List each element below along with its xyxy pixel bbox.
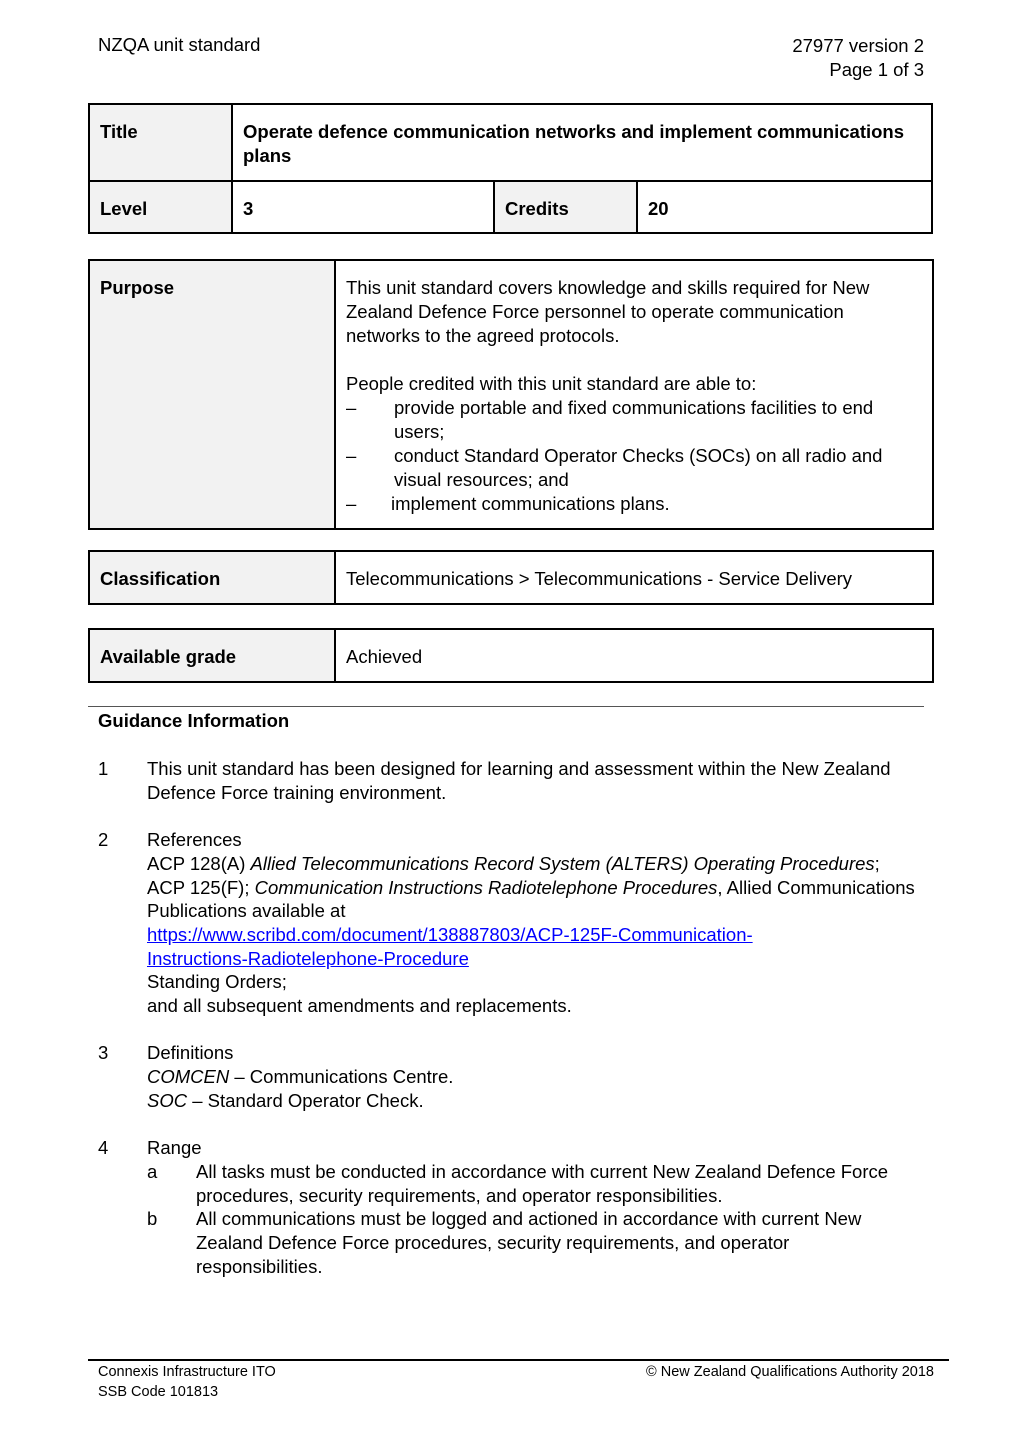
purpose-table: Purpose This unit standard covers knowle… — [88, 259, 934, 530]
section-divider — [88, 706, 924, 707]
credits-value: 20 — [636, 180, 933, 234]
grade-table: Available grade Achieved — [88, 628, 934, 683]
header-page-number: Page 1 of 3 — [829, 59, 924, 80]
title-value: Operate defence communication networks a… — [231, 103, 933, 182]
footer-divider — [88, 1359, 949, 1361]
reference-link[interactable]: https://www.scribd.com/document/13888780… — [147, 923, 918, 970]
item-text: This unit standard has been designed for… — [147, 758, 891, 803]
purpose-item-text: conduct Standard Operator Checks (SOCs) … — [394, 445, 883, 490]
range-sub-item: a All tasks must be conducted in accorda… — [147, 1160, 918, 1207]
purpose-list-item: – implement communications plans. — [346, 492, 922, 516]
definition-row: COMCEN – Communications Centre. — [147, 1065, 918, 1089]
ref-suffix: ; — [874, 852, 880, 874]
title-label: Title — [88, 103, 233, 182]
definition-term: COMCEN — [147, 1066, 230, 1088]
purpose-list-item: – provide portable and fixed communicati… — [346, 396, 922, 444]
footer-org: Connexis Infrastructure ITO — [98, 1364, 276, 1380]
references-heading: References — [147, 829, 242, 851]
reference-acp125: ACP 125(F); Communication Instructions R… — [147, 876, 918, 923]
reference-link-line2[interactable]: Instructions-Radiotelephone-Procedure — [147, 948, 469, 969]
guidance-list: 1 This unit standard has been designed f… — [98, 757, 918, 1302]
dash-bullet: – — [346, 445, 357, 466]
ref-code: ACP 128(A) — [147, 852, 251, 874]
level-label: Level — [88, 180, 233, 234]
purpose-list-item: – conduct Standard Operator Checks (SOCs… — [346, 444, 922, 492]
definition-desc: – Communications Centre. — [229, 1066, 454, 1088]
reference-standing-orders: Standing Orders; — [147, 971, 287, 993]
reference-acp128: ACP 128(A) Allied Telecommunications Rec… — [147, 852, 918, 876]
range-heading: Range — [147, 1137, 202, 1159]
purpose-item-text: implement communications plans. — [391, 493, 670, 514]
reference-link-line1[interactable]: https://www.scribd.com/document/13888780… — [147, 924, 753, 945]
grade-row: Available grade Achieved — [88, 628, 934, 683]
purpose-item-text: provide portable and fixed communication… — [394, 397, 874, 442]
guidance-title: Guidance Information — [98, 710, 290, 731]
definition-desc: – Standard Operator Check. — [187, 1089, 424, 1111]
definition-row: SOC – Standard Operator Check. — [147, 1089, 918, 1113]
guidance-item-2: 2 References ACP 128(A) Allied Telecommu… — [98, 828, 918, 1018]
ref-title: Allied Telecommunications Record System … — [250, 852, 875, 874]
level-credits-row: Level 3 Credits 20 — [88, 180, 933, 234]
copyright-icon: © — [646, 1364, 657, 1380]
ref-code: ACP 125(F); — [147, 876, 255, 898]
credits-label: Credits — [493, 180, 638, 234]
footer-ssb-code: SSB Code 101813 — [98, 1384, 219, 1400]
classification-value: Telecommunications > Telecommunications … — [334, 550, 934, 605]
guidance-item-3: 3 Definitions COMCEN – Communications Ce… — [98, 1041, 918, 1112]
item-number: 3 — [98, 1042, 109, 1064]
item-number: 1 — [98, 758, 109, 779]
sub-letter: a — [147, 1160, 158, 1182]
dash-bullet: – — [346, 493, 357, 514]
purpose-paragraph: This unit standard covers knowledge and … — [346, 277, 870, 346]
reference-amendments: and all subsequent amendments and replac… — [147, 995, 572, 1017]
summary-table: Title Operate defence communication netw… — [88, 103, 933, 234]
classification-label: Classification — [88, 550, 336, 605]
purpose-value: This unit standard covers knowledge and … — [334, 259, 934, 530]
purpose-label: Purpose — [88, 259, 336, 530]
header-doc-type: NZQA unit standard — [98, 34, 261, 55]
title-row: Title Operate defence communication netw… — [88, 103, 933, 182]
grade-label: Available grade — [88, 628, 336, 683]
footer-left: Connexis Infrastructure ITO SSB Code 101… — [98, 1362, 276, 1402]
purpose-row: Purpose This unit standard covers knowle… — [88, 259, 934, 530]
header-version: 27977 version 2 — [792, 35, 924, 56]
header-version-page: 27977 version 2 Page 1 of 3 — [792, 34, 924, 82]
definitions-heading: Definitions — [147, 1042, 234, 1064]
sub-text: All tasks must be conducted in accordanc… — [196, 1160, 889, 1206]
grade-value: Achieved — [334, 628, 934, 683]
classification-row: Classification Telecommunications > Tele… — [88, 550, 934, 605]
dash-bullet: – — [346, 397, 357, 418]
guidance-item-4: 4 Range a All tasks must be conducted in… — [98, 1136, 918, 1278]
level-value: 3 — [231, 180, 495, 234]
item-number: 4 — [98, 1137, 109, 1159]
guidance-item-1: 1 This unit standard has been designed f… — [98, 757, 918, 804]
classification-table: Classification Telecommunications > Tele… — [88, 550, 934, 605]
ref-title: Communication Instructions Radiotelephon… — [254, 876, 718, 898]
definition-term: SOC — [147, 1089, 188, 1111]
copyright-text: New Zealand Qualifications Authority 201… — [656, 1364, 934, 1380]
purpose-intro: People credited with this unit standard … — [346, 373, 757, 394]
item-number: 2 — [98, 829, 109, 851]
range-sub-item: b All communications must be logged and … — [147, 1207, 918, 1278]
footer-copyright: © New Zealand Qualifications Authority 2… — [646, 1364, 934, 1380]
sub-text: All communications must be logged and ac… — [196, 1208, 862, 1277]
sub-letter: b — [147, 1208, 158, 1230]
